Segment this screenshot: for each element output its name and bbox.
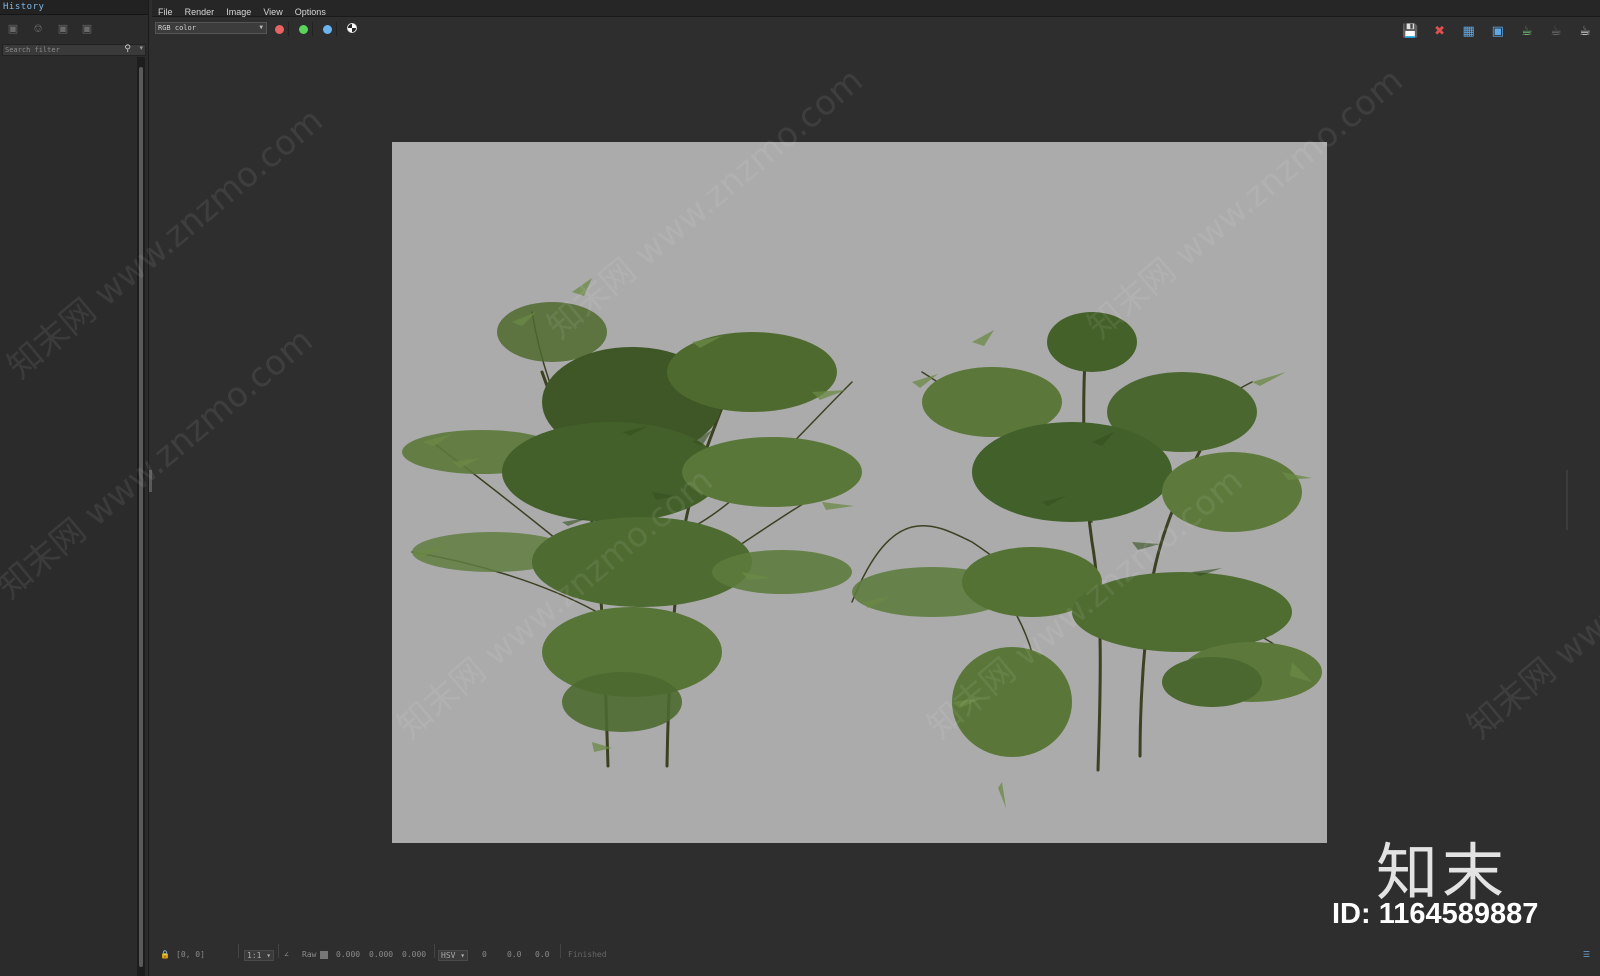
- save-image-icon[interactable]: 💾: [1401, 23, 1419, 41]
- render-icon[interactable]: ☕: [1518, 23, 1536, 41]
- history-panel: History ▣ ⎊ ▣ ▣ ⚲ ▾: [0, 0, 149, 976]
- compare-icon[interactable]: ⎊: [29, 20, 47, 38]
- color-swatch: [320, 951, 328, 959]
- red-channel-icon: [275, 25, 284, 34]
- history-toolbar: ▣ ⎊ ▣ ▣: [4, 20, 144, 40]
- channel-select-value: RGB color: [158, 24, 196, 32]
- bamboo-render: [402, 278, 1322, 808]
- chevron-down-icon[interactable]: ▾: [139, 44, 143, 52]
- right-toolbar: 💾 ✖ ▦ ▣ ☕ ☕ ☕: [1395, 20, 1594, 41]
- channel-select[interactable]: RGB color ▼: [155, 22, 267, 34]
- region-render-icon[interactable]: ▦: [1460, 23, 1478, 41]
- blue-channel-icon: [323, 25, 332, 34]
- color-mode-select[interactable]: HSV ▾: [438, 950, 469, 961]
- curve-icon[interactable]: ∠: [284, 950, 289, 959]
- separator: [434, 944, 435, 958]
- render-last-icon[interactable]: ☕: [1547, 23, 1565, 41]
- scrollbar-thumb[interactable]: [139, 67, 143, 967]
- hsv-value-h: 0: [482, 950, 487, 959]
- raw-label: Raw: [302, 950, 317, 959]
- history-search: ⚲ ▾: [2, 44, 146, 56]
- render-viewport[interactable]: [152, 40, 1566, 940]
- search-input[interactable]: [3, 45, 117, 55]
- hsv-value-s: 0.0: [507, 950, 522, 959]
- load-icon[interactable]: ▣: [54, 20, 72, 38]
- splitter-grip[interactable]: [1566, 470, 1568, 530]
- clear-image-icon[interactable]: ✖: [1431, 23, 1449, 41]
- menu-bar: File Render Image View Options: [152, 0, 1600, 17]
- zoom-select[interactable]: 1:1 ▾: [244, 950, 275, 961]
- separator: [278, 944, 279, 958]
- blue-channel-button[interactable]: [318, 22, 337, 36]
- separator: [560, 944, 561, 958]
- lock-icon[interactable]: 🔒: [160, 950, 170, 959]
- search-icon[interactable]: ⚲: [124, 44, 131, 54]
- red-channel-button[interactable]: [270, 22, 289, 36]
- log-icon[interactable]: ☰: [1583, 950, 1590, 959]
- mouse-coords: [0, 0]: [176, 950, 205, 959]
- separator: [238, 944, 239, 958]
- vfb-toolbar: RGB color ▼ 💾 ✖ ▦ ▣ ☕ ☕ ☕: [152, 18, 1600, 40]
- history-scrollbar[interactable]: [137, 57, 145, 976]
- monochrome-icon[interactable]: [347, 23, 357, 33]
- zoom-value: 1:1: [247, 951, 262, 960]
- rendered-image: [392, 142, 1327, 843]
- green-channel-button[interactable]: [294, 22, 313, 36]
- green-channel-icon: [299, 25, 308, 34]
- save-icon[interactable]: ▣: [4, 20, 22, 38]
- status-bar: 🔒 [0, 0] 1:1 ▾ ∠ Raw 0.000 0.000 0.000 H…: [152, 942, 1600, 976]
- raw-value-g: 0.000: [369, 950, 394, 959]
- render-status: Finished: [568, 950, 607, 959]
- raw-value-b: 0.000: [402, 950, 427, 959]
- remove-icon[interactable]: ▣: [78, 20, 96, 38]
- right-panel-edge: [1566, 40, 1600, 940]
- hsv-value-v: 0.0: [535, 950, 550, 959]
- chevron-down-icon: ▼: [259, 24, 263, 31]
- history-panel-title: History: [0, 0, 148, 15]
- raw-value-r: 0.000: [336, 950, 361, 959]
- teapot-icon[interactable]: ☕: [1576, 23, 1594, 41]
- color-mode-value: HSV: [441, 951, 456, 960]
- watermark-id: ID: 1164589887: [1332, 898, 1539, 930]
- track-mouse-icon[interactable]: ▣: [1489, 23, 1507, 41]
